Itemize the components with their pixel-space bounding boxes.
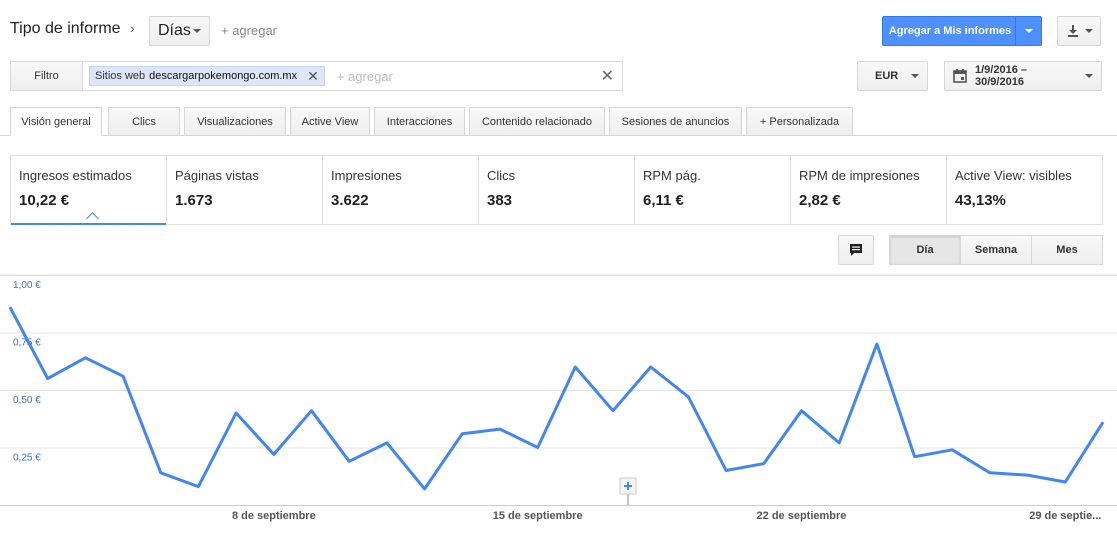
filter-button[interactable]: Filtro xyxy=(11,62,83,90)
y-tick-label: 0,50 € xyxy=(13,395,41,406)
tab-contenido-relacionado[interactable]: Contenido relacionado xyxy=(469,107,605,136)
period-toggle: Día Semana Mes xyxy=(889,235,1103,265)
tab-sesiones-de-anuncios[interactable]: Sesiones de anuncios xyxy=(609,107,742,136)
chevron-down-icon xyxy=(1085,74,1093,78)
close-icon[interactable]: ✕ xyxy=(307,68,319,85)
metric-card-clics[interactable]: Clics 383 xyxy=(479,156,635,224)
filter-chip[interactable]: Sitios web descargarpokemongo.com.mx ✕ xyxy=(89,66,325,86)
date-range-label: 1/9/2016 – 30/9/2016 xyxy=(975,64,1027,88)
add-to-reports-label: Agregar a Mis informes xyxy=(888,25,1012,37)
metric-value: 6,11 € xyxy=(643,192,684,209)
metric-label: Active View: visibles xyxy=(955,168,1072,183)
y-tick-label: 0,25 € xyxy=(13,453,41,464)
x-tick-label: 29 de septie... xyxy=(1029,510,1101,522)
tab-vision-general[interactable]: Visión general xyxy=(10,107,102,136)
tab-active-view[interactable]: Active View xyxy=(290,107,370,136)
metric-card-impresiones[interactable]: Impresiones 3.622 xyxy=(323,156,479,224)
annotation-button[interactable] xyxy=(838,235,874,265)
metric-value: 43,13% xyxy=(955,192,1006,209)
tab-interacciones[interactable]: Interacciones xyxy=(374,107,465,136)
currency-label: EUR xyxy=(875,70,899,82)
metric-label: Páginas vistas xyxy=(175,168,259,183)
clear-filter-icon[interactable]: ✕ xyxy=(601,66,614,86)
metric-card-rpm-pag[interactable]: RPM pág. 6,11 € xyxy=(635,156,791,224)
x-tick-label: 22 de septiembre xyxy=(757,510,847,522)
metric-label: Clics xyxy=(487,168,516,183)
tab-personalizada[interactable]: + Personalizada xyxy=(746,107,853,136)
x-tick-label: 8 de septiembre xyxy=(232,510,316,522)
period-week-button[interactable]: Semana xyxy=(960,235,1032,265)
comment-icon xyxy=(850,244,862,256)
chevron-down-icon xyxy=(193,29,201,33)
metric-value: 10,22 € xyxy=(19,192,70,209)
chevron-down-icon xyxy=(1084,29,1093,33)
filter-chip-prefix: Sitios web xyxy=(95,70,146,82)
tab-visualizaciones[interactable]: Visualizaciones xyxy=(184,107,286,136)
date-range-picker[interactable]: 1/9/2016 – 30/9/2016 xyxy=(944,61,1102,91)
metric-label: Impresiones xyxy=(331,168,402,183)
report-type-label: Tipo de informe xyxy=(10,20,121,37)
add-to-reports-dropdown[interactable] xyxy=(1015,17,1041,45)
breadcrumb-separator-icon: › xyxy=(130,20,135,36)
dimension-label: Días xyxy=(158,22,191,39)
metric-card-active-view-visibles[interactable]: Active View: visibles 43,13% xyxy=(947,156,1102,224)
x-tick-label: 15 de septiembre xyxy=(493,510,583,522)
metric-value: 2,82 € xyxy=(799,192,841,209)
period-month-button[interactable]: Mes xyxy=(1031,235,1103,265)
metric-value: 1.673 xyxy=(175,192,213,209)
series-line-ingresos xyxy=(8,306,1105,491)
revenue-line-chart: 1,00 €0,75 €0,50 €0,25 €8 de septiembre 1… xyxy=(0,274,1117,522)
tab-clics[interactable]: Clics xyxy=(108,107,180,136)
metric-card-rpm-impresiones[interactable]: RPM de impresiones 2,82 € xyxy=(791,156,947,224)
metric-value: 3.622 xyxy=(331,192,369,209)
metric-card-paginas-vistas[interactable]: Páginas vistas 1.673 xyxy=(167,156,323,224)
calendar-icon xyxy=(953,69,967,83)
download-icon xyxy=(1067,25,1078,37)
metric-value: 383 xyxy=(487,192,513,209)
currency-dropdown[interactable]: EUR xyxy=(857,61,928,91)
metric-label: RPM de impresiones xyxy=(799,168,920,183)
metric-label: RPM pág. xyxy=(643,168,701,183)
add-to-reports-button[interactable]: Agregar a Mis informes xyxy=(882,16,1042,46)
metric-card-ingresos[interactable]: Ingresos estimados 10,22 € xyxy=(11,156,167,225)
filter-bar: Filtro Sitios web descargarpokemongo.com… xyxy=(10,61,623,91)
chevron-down-icon xyxy=(911,74,919,78)
metric-label: Ingresos estimados xyxy=(19,168,132,183)
filter-chip-value: descargarpokemongo.com.mx xyxy=(149,70,298,82)
dimension-dropdown[interactable]: Días xyxy=(149,16,210,46)
y-tick-label: 1,00 € xyxy=(13,280,41,291)
add-dimension-link[interactable]: + agregar xyxy=(221,23,277,38)
period-day-button[interactable]: Día xyxy=(889,235,961,265)
download-button[interactable] xyxy=(1057,16,1101,46)
chevron-down-icon xyxy=(1024,29,1033,33)
filter-add-input[interactable]: + agregar xyxy=(337,69,601,84)
metrics-row: Ingresos estimados 10,22 € Páginas vista… xyxy=(10,155,1103,225)
